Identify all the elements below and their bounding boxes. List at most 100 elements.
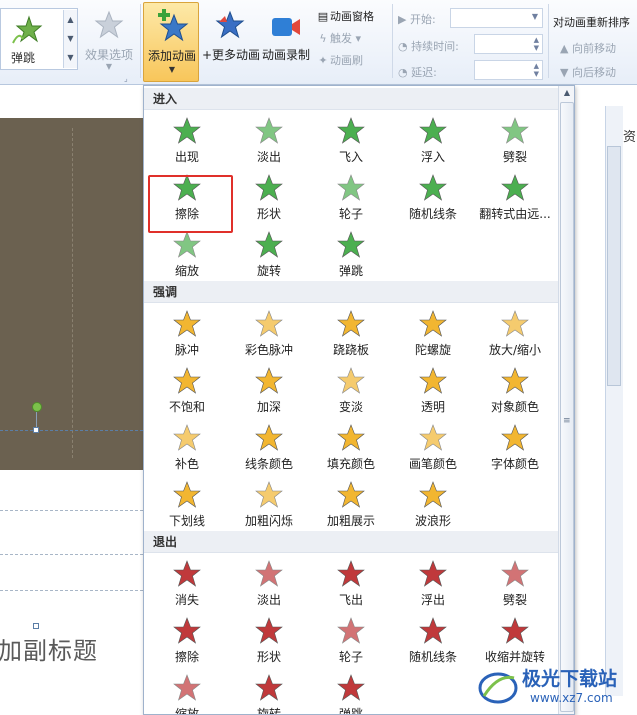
delay-spinner[interactable]: ▲ ▼ <box>474 60 543 80</box>
animations-ribbon: 弹跳 ▲ ▼ ▼ 效果选项 ▼ 添加动画 ▼ +更多动画 动画录制 ▤ 动画窗格… <box>0 0 637 85</box>
record-animation-button[interactable]: 动画录制 <box>258 8 314 74</box>
animation-item-entrance[interactable]: 淡出 <box>228 116 310 173</box>
animation-item-emphasis[interactable]: 加粗闪烁 <box>228 480 310 537</box>
duration-spinner[interactable]: ▲ ▼ <box>474 34 543 54</box>
animation-item-exit[interactable]: 淡出 <box>228 559 310 616</box>
animation-item-label: 劈裂 <box>502 150 527 164</box>
animation-item-label: 形状 <box>256 650 281 664</box>
animation-item-label: 劈裂 <box>502 593 527 607</box>
gallery-scroll[interactable]: ▲ ▼ ▼ <box>63 10 77 68</box>
animation-item-emphasis[interactable]: 放大/缩小 <box>474 309 556 366</box>
animation-pane-icon: ▤ <box>317 10 329 23</box>
animation-pane-button[interactable]: ▤ 动画窗格 <box>316 8 374 26</box>
animation-item-exit[interactable]: 擦除 <box>146 616 228 673</box>
animation-item-label: 陀螺旋 <box>414 343 451 357</box>
subtitle-placeholder[interactable]: 加副标题 <box>0 631 98 666</box>
guide-line <box>0 510 143 511</box>
exit-star-icon <box>419 560 447 587</box>
dialog-launcher-icon[interactable]: ⌟ <box>124 74 128 83</box>
move-later-button[interactable]: ▼ 向后移动 <box>560 64 616 80</box>
animation-item-emphasis[interactable]: 彩色脉冲 <box>228 309 310 366</box>
emphasis-star-icon <box>173 424 201 451</box>
emphasis-star-icon <box>255 310 283 337</box>
trigger-button[interactable]: ϟ 触发 ▾ <box>316 30 361 48</box>
animation-item-emphasis[interactable]: 填充颜色 <box>310 423 392 480</box>
add-animation-button[interactable]: 添加动画 ▼ <box>143 2 199 82</box>
animation-item-label: 旋转 <box>256 264 281 278</box>
animation-item-emphasis[interactable]: 对象颜色 <box>474 366 556 423</box>
animation-item-exit[interactable]: 形状 <box>228 616 310 673</box>
animation-item-entrance[interactable]: 出现 <box>146 116 228 173</box>
animation-item-exit[interactable]: 浮出 <box>392 559 474 616</box>
animation-item-emphasis[interactable]: 字体颜色 <box>474 423 556 480</box>
emphasis-star-icon <box>337 367 365 394</box>
effect-options-dropdown-icon: ▼ <box>105 62 113 71</box>
selection-box[interactable] <box>0 427 143 629</box>
animation-item-exit[interactable]: 劈裂 <box>474 559 556 616</box>
animation-item-exit[interactable]: 消失 <box>146 559 228 616</box>
animation-item-label: 旋转 <box>256 707 281 715</box>
animation-item-exit[interactable]: 弹跳 <box>310 673 392 714</box>
animation-item-emphasis[interactable]: 波浪形 <box>392 480 474 537</box>
delay-text: 延迟: <box>411 66 437 79</box>
animation-item-entrance[interactable]: 随机线条 <box>392 173 474 230</box>
animation-item-entrance[interactable]: 翻转式由远... <box>474 173 556 230</box>
animation-item-exit[interactable]: 随机线条 <box>392 616 474 673</box>
add-animation-dropdown-icon: ▼ <box>168 65 176 74</box>
resize-handle[interactable] <box>33 623 39 629</box>
animation-item-emphasis[interactable]: 加粗展示 <box>310 480 392 537</box>
animation-item-emphasis[interactable]: 陀螺旋 <box>392 309 474 366</box>
animation-item-exit[interactable]: 轮子 <box>310 616 392 673</box>
animation-brush-button[interactable]: ✦ 动画刷 <box>316 52 363 70</box>
animation-item-emphasis[interactable]: 变淡 <box>310 366 392 423</box>
emphasis-star-icon <box>419 424 447 451</box>
animation-item-emphasis[interactable]: 跷跷板 <box>310 309 392 366</box>
gallery-more-icon[interactable]: ▼ <box>64 48 77 67</box>
animation-item-label: 随机线条 <box>408 650 457 664</box>
guide-line <box>0 554 143 555</box>
exit-star-icon <box>501 617 529 644</box>
animation-item-emphasis[interactable]: 补色 <box>146 423 228 480</box>
animation-item-emphasis[interactable]: 下划线 <box>146 480 228 537</box>
animation-item-entrance[interactable]: 轮子 <box>310 173 392 230</box>
animation-item-label: 飞入 <box>338 150 363 164</box>
gallery-scroll-thumb[interactable] <box>560 102 574 712</box>
animation-item-emphasis[interactable]: 不饱和 <box>146 366 228 423</box>
animation-item-exit[interactable]: 飞出 <box>310 559 392 616</box>
animation-item-exit[interactable]: 旋转 <box>228 673 310 715</box>
animation-item-exit[interactable]: 缩放 <box>146 673 228 714</box>
panel-scroll-thumb[interactable] <box>607 146 621 386</box>
animation-item-emphasis[interactable]: 加深 <box>228 366 310 423</box>
up-arrow-icon: ▲ <box>560 42 569 55</box>
scroll-up-icon[interactable]: ▲ <box>561 88 573 100</box>
animation-item-label: 跷跷板 <box>332 343 369 357</box>
entrance-star-icon <box>337 174 365 201</box>
animation-item-entrance[interactable]: 劈裂 <box>474 116 556 173</box>
emphasis-star-icon <box>419 481 447 508</box>
animation-item-emphasis[interactable]: 画笔颜色 <box>392 423 474 480</box>
exit-star-icon <box>173 560 201 587</box>
gallery-up-icon[interactable]: ▲ <box>64 10 77 29</box>
move-earlier-button[interactable]: ▲ 向前移动 <box>560 40 616 56</box>
animation-item-entrance[interactable]: 形状 <box>228 173 310 230</box>
delay-stepper-icon[interactable]: ▲ ▼ <box>534 62 539 78</box>
more-animations-button[interactable]: +更多动画 <box>202 8 260 74</box>
rotation-handle[interactable] <box>32 402 42 412</box>
start-text: 开始: <box>409 13 436 26</box>
animation-item-emphasis[interactable]: 线条颜色 <box>228 423 310 480</box>
gallery-down-icon[interactable]: ▼ <box>64 29 77 48</box>
animation-item-entrance[interactable]: 飞入 <box>310 116 392 173</box>
animation-item-label: 加深 <box>256 400 281 414</box>
animation-item-entrance[interactable]: 浮入 <box>392 116 474 173</box>
animation-item-entrance[interactable]: 弹跳 <box>310 230 392 287</box>
duration-stepper-icon[interactable]: ▲ ▼ <box>534 36 539 52</box>
gallery-scrollbar[interactable]: ▲ ≡ <box>558 86 574 714</box>
start-select[interactable]: ▼ <box>450 8 543 28</box>
resize-handle[interactable] <box>33 427 39 433</box>
animation-item-emphasis[interactable]: 脉冲 <box>146 309 228 366</box>
section-header-entrance: 进入 <box>144 88 558 110</box>
effect-options-button[interactable]: 效果选项 ▼ <box>82 4 136 74</box>
animation-item-emphasis[interactable]: 透明 <box>392 366 474 423</box>
animation-item-entrance[interactable]: 旋转 <box>228 230 310 287</box>
animation-item-entrance[interactable]: 缩放 <box>146 230 228 287</box>
